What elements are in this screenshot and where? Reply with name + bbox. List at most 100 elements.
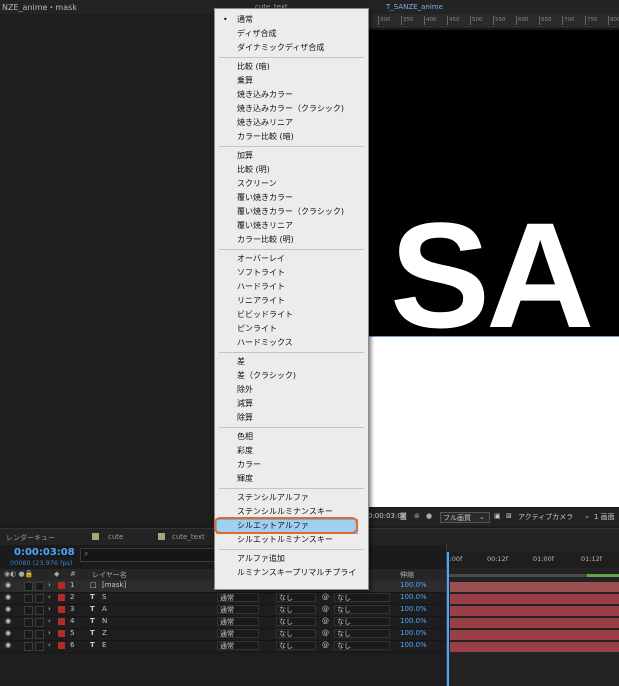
menu-item[interactable]: 減算 xyxy=(215,397,368,411)
menu-item[interactable]: ディザ合成 xyxy=(215,27,368,41)
solo-toggle[interactable] xyxy=(24,594,33,603)
lock-toggle[interactable] xyxy=(35,618,44,627)
menu-item[interactable]: ハードライト xyxy=(215,280,368,294)
label-color[interactable] xyxy=(58,642,65,649)
mode-select[interactable]: 通常 xyxy=(217,629,259,638)
menu-item[interactable]: 焼き込みカラー（クラシック) xyxy=(215,102,368,116)
menu-item[interactable]: 色相 xyxy=(215,430,368,444)
menu-item[interactable]: 覆い焼きカラー xyxy=(215,191,368,205)
layer-stretch[interactable]: 100.0% xyxy=(400,629,427,637)
menu-item[interactable]: 比較 (暗) xyxy=(215,60,368,74)
comp-tab-sanze-anime[interactable]: T_SANZE_anime xyxy=(386,3,443,11)
menu-item[interactable]: ピンライト xyxy=(215,322,368,336)
label-color[interactable] xyxy=(58,606,65,613)
menu-item[interactable]: 焼き込みリニア xyxy=(215,116,368,130)
menu-item[interactable]: シルエットルミナンスキー xyxy=(215,533,368,547)
label-color[interactable] xyxy=(58,582,65,589)
menu-item[interactable]: ステンシルアルファ xyxy=(215,491,368,505)
mode-select[interactable]: 通常 xyxy=(217,605,259,614)
expand-chevron-icon[interactable]: › xyxy=(48,617,51,625)
menu-item[interactable]: 差（クラシック) xyxy=(215,369,368,383)
quality-select[interactable]: フル画質 ⌄ xyxy=(440,512,490,523)
layer-duration-bar[interactable] xyxy=(450,606,619,616)
menu-item[interactable]: 差 xyxy=(215,355,368,369)
menu-item[interactable]: 比較 (明) xyxy=(215,163,368,177)
layer-duration-bar[interactable] xyxy=(450,582,619,592)
expand-chevron-icon[interactable]: › xyxy=(48,605,51,613)
expand-chevron-icon[interactable]: › xyxy=(48,593,51,601)
parent-select[interactable]: なし xyxy=(334,641,390,650)
label-color[interactable] xyxy=(58,630,65,637)
comp-viewer[interactable]: SA xyxy=(368,30,619,336)
pickwhip-icon[interactable]: @ xyxy=(322,617,329,625)
layer-stretch[interactable]: 100.0% xyxy=(400,617,427,625)
solo-toggle[interactable] xyxy=(24,618,33,627)
expand-chevron-icon[interactable]: › xyxy=(48,581,51,589)
layer-stretch[interactable]: 100.0% xyxy=(400,581,427,589)
layer-name[interactable]: E xyxy=(102,641,106,649)
layer-name[interactable]: S xyxy=(102,593,106,601)
grid-icon[interactable]: ⊠ xyxy=(506,512,512,520)
solo-toggle[interactable] xyxy=(24,606,33,615)
menu-item[interactable]: アルファ追加 xyxy=(215,552,368,566)
pickwhip-icon[interactable]: @ xyxy=(322,593,329,601)
lock-toggle[interactable] xyxy=(35,630,44,639)
timeline-timecode[interactable]: 0:00:03:08 xyxy=(14,547,75,558)
parent-select[interactable]: なし xyxy=(334,629,390,638)
tab-cute[interactable]: cute xyxy=(108,533,123,541)
parent-select[interactable]: なし xyxy=(334,617,390,626)
track-matte-select[interactable]: なし xyxy=(276,629,316,638)
views-select[interactable]: 1 画面 xyxy=(594,512,615,522)
timeline-graph[interactable]: ):00f 00:12f 01:00f 01:12f xyxy=(446,544,619,686)
mode-select[interactable]: 通常 xyxy=(217,641,259,650)
track-matte-select[interactable]: なし xyxy=(276,617,316,626)
menu-item[interactable]: 彩度 xyxy=(215,444,368,458)
layer-name[interactable]: [mask] xyxy=(102,581,126,589)
parent-select[interactable]: なし xyxy=(334,593,390,602)
lock-toggle[interactable] xyxy=(35,582,44,591)
menu-item[interactable]: 焼き込みカラー xyxy=(215,88,368,102)
menu-item[interactable]: ハードミックス xyxy=(215,336,368,350)
lock-toggle[interactable] xyxy=(35,594,44,603)
playhead[interactable] xyxy=(447,552,449,686)
column-layer-name[interactable]: レイヤー名 xyxy=(92,570,127,580)
layer-name[interactable]: A xyxy=(102,605,107,613)
track-matte-select[interactable]: なし xyxy=(276,641,316,650)
column-stretch[interactable]: 伸縮 xyxy=(400,570,414,580)
solo-toggle[interactable] xyxy=(24,582,33,591)
expand-chevron-icon[interactable]: › xyxy=(48,641,51,649)
pickwhip-icon[interactable]: @ xyxy=(322,641,329,649)
eye-icon[interactable]: ◉ xyxy=(5,582,13,589)
eye-icon[interactable]: ◉ xyxy=(5,606,13,613)
solo-toggle[interactable] xyxy=(24,642,33,651)
menu-item[interactable]: 輝度 xyxy=(215,472,368,486)
menu-item[interactable]: カラー xyxy=(215,458,368,472)
menu-item[interactable]: ダイナミックディザ合成 xyxy=(215,41,368,55)
mode-select[interactable]: 通常 xyxy=(217,593,259,602)
solo-toggle[interactable] xyxy=(24,630,33,639)
table-row[interactable]: ◉ › 6 T E 通常 なし @ なし 100.0% xyxy=(0,640,446,653)
menu-item[interactable]: リニアライト xyxy=(215,294,368,308)
menu-item[interactable]: カラー比較 (暗) xyxy=(215,130,368,144)
layer-name[interactable]: Z xyxy=(102,629,107,637)
layer-stretch[interactable]: 100.0% xyxy=(400,593,427,601)
tab-render-queue[interactable]: レンダーキュー xyxy=(6,533,55,543)
expand-chevron-icon[interactable]: › xyxy=(48,629,51,637)
layer-name[interactable]: N xyxy=(102,617,107,625)
menu-item[interactable]: カラー比較 (明) xyxy=(215,233,368,247)
menu-item[interactable]: 覆い焼きリニア xyxy=(215,219,368,233)
region-icon[interactable]: ▣ xyxy=(494,512,501,520)
menu-item[interactable]: • 通常 xyxy=(215,13,368,27)
eye-icon[interactable]: ◉ xyxy=(5,594,13,601)
pickwhip-icon[interactable]: @ xyxy=(322,629,329,637)
mode-select[interactable]: 通常 xyxy=(217,617,259,626)
eye-icon[interactable]: ◉ xyxy=(5,618,13,625)
layer-search-input[interactable]: ⌕ xyxy=(80,548,216,562)
comp-viewer-lower[interactable] xyxy=(368,336,619,507)
track-matte-select[interactable]: なし xyxy=(276,605,316,614)
menu-item[interactable]: 覆い焼きカラー（クラシック) xyxy=(215,205,368,219)
layer-stretch[interactable]: 100.0% xyxy=(400,641,427,649)
layer-duration-bar[interactable] xyxy=(450,630,619,640)
menu-item[interactable]: ビビッドライト xyxy=(215,308,368,322)
menu-item[interactable]: スクリーン xyxy=(215,177,368,191)
